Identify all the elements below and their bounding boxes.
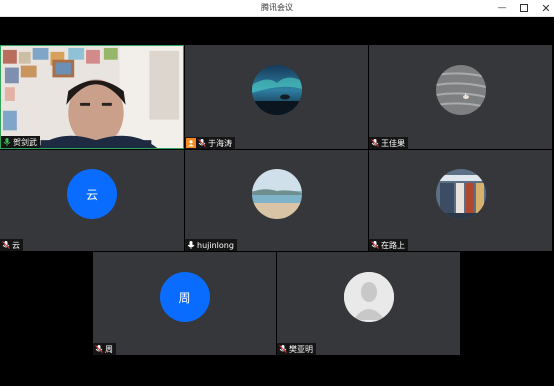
avatar — [435, 65, 486, 115]
participant-name: hujinlong — [197, 240, 234, 250]
nameplate: 贺剑武 — [1, 136, 40, 148]
participant-name: 云 — [12, 240, 20, 250]
participant-name: 王佳果 — [381, 138, 405, 148]
host-icon — [186, 138, 196, 148]
nameplate: 周 — [93, 343, 116, 355]
maximize-button[interactable] — [513, 0, 535, 16]
title-bar: 腾讯会议 — ✕ — [0, 0, 554, 17]
avatar: 云 — [67, 169, 117, 219]
participant-name: 樊亚明 — [289, 344, 313, 354]
mic-muted-icon — [197, 138, 207, 148]
avatar — [251, 169, 302, 219]
nameplate: 在路上 — [369, 239, 408, 251]
participant-tile[interactable]: 在路上 — [369, 150, 552, 251]
mic-muted-icon — [278, 344, 288, 354]
mic-muted-icon — [1, 240, 11, 250]
mic-muted-icon — [370, 240, 380, 250]
nameplate: 于海涛 — [185, 137, 235, 149]
participant-tile[interactable]: 周 周 — [93, 252, 276, 355]
participant-tile-video[interactable]: 贺剑武 — [0, 45, 184, 149]
avatar — [435, 169, 486, 219]
minimize-icon: — — [497, 3, 507, 13]
participant-name: 周 — [105, 344, 113, 354]
mic-muted-icon — [94, 344, 104, 354]
participant-tile[interactable]: 樊亚明 — [277, 252, 460, 355]
avatar — [251, 65, 302, 115]
close-button[interactable]: ✕ — [535, 0, 554, 16]
video-grid: 贺剑武 于海涛 王佳果 云 云 hujinlong 在路上 周 周 樊亚明 — [0, 17, 554, 386]
avatar: 周 — [159, 272, 210, 322]
close-icon: ✕ — [541, 1, 551, 15]
participant-tile[interactable]: 王佳果 — [369, 45, 552, 149]
nameplate: 云 — [0, 239, 23, 251]
nameplate: 王佳果 — [369, 137, 408, 149]
mic-muted-icon — [370, 138, 380, 148]
mic-active-icon — [2, 137, 12, 147]
participant-video — [1, 46, 183, 148]
window-title: 腾讯会议 — [261, 3, 293, 12]
maximize-icon — [520, 4, 528, 12]
nameplate: hujinlong — [185, 239, 237, 251]
participant-tile[interactable]: 于海涛 — [185, 45, 368, 149]
minimize-button[interactable]: — — [491, 0, 513, 16]
participant-tile[interactable]: 云 云 — [0, 150, 184, 251]
participant-name: 于海涛 — [208, 138, 232, 148]
avatar-default-icon — [343, 272, 394, 322]
mic-on-icon — [186, 240, 196, 250]
participant-tile[interactable]: hujinlong — [185, 150, 368, 251]
participant-name: 贺剑武 — [13, 137, 37, 147]
nameplate: 樊亚明 — [277, 343, 316, 355]
participant-name: 在路上 — [381, 240, 405, 250]
